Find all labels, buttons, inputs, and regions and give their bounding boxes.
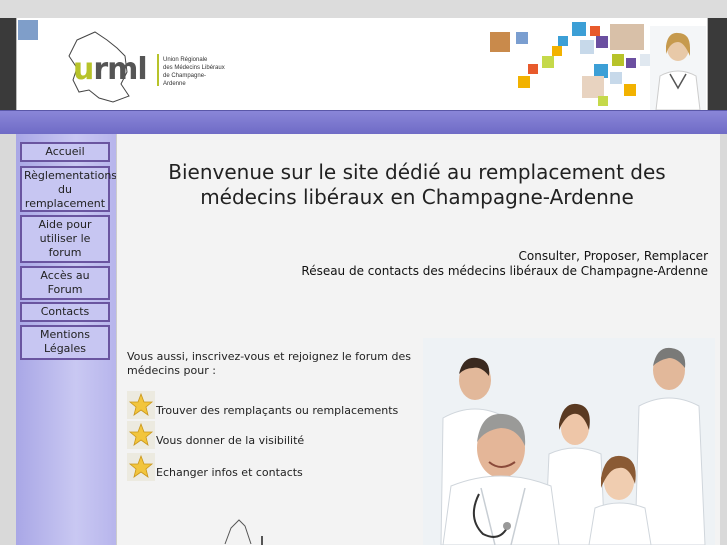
doctors-team-photo — [423, 338, 715, 545]
benefit-item: Echanger infos et contacts — [127, 452, 303, 482]
logo-line-3: de Champagne-Ardenne — [163, 73, 207, 87]
tagline-actions: Consulter, Proposer, Remplacer — [518, 249, 708, 263]
mosaic-tile — [516, 32, 528, 44]
logo-wordmark: urml — [73, 52, 148, 87]
main-content: Bienvenue sur le site dédié au remplacem… — [116, 134, 720, 545]
mosaic-tile — [598, 96, 608, 106]
sidebar-item-reglementations[interactable]: Règlementations du remplacement — [20, 166, 117, 212]
top-nav-bar — [0, 110, 727, 134]
logo-line-2: des Médecins Libéraux — [163, 65, 225, 71]
benefit-item: Trouver des remplaçants ou remplacements — [127, 390, 398, 420]
header-banner: urml Union Régionale des Médecins Libéra… — [16, 18, 708, 110]
left-frame — [0, 18, 16, 110]
region-map-outline — [224, 519, 263, 545]
sidebar-item-aide-forum[interactable]: Aide pour utiliser le forum — [20, 215, 110, 263]
benefit-label: Trouver des remplaçants ou remplacements — [156, 403, 399, 417]
mosaic-tile — [552, 46, 562, 56]
page-title-line-2: médecins libéraux en Champagne-Ardenne — [200, 185, 634, 209]
logo-separator — [157, 54, 159, 86]
mosaic-tile — [596, 36, 608, 48]
mosaic-tile — [590, 26, 600, 36]
mosaic-tile — [626, 58, 636, 68]
right-frame — [708, 18, 727, 110]
corner-accent-square — [18, 20, 38, 40]
sidebar-item-acces-forum[interactable]: Accès au Forum — [20, 266, 110, 300]
mosaic-tile — [490, 32, 510, 52]
sidebar-item-accueil[interactable]: Accueil — [20, 142, 110, 162]
top-strip — [0, 0, 727, 18]
benefit-label: Echanger infos et contacts — [156, 465, 303, 479]
star-icon — [127, 391, 155, 419]
sidebar-item-contacts[interactable]: Contacts — [20, 302, 110, 322]
benefit-item: Vous donner de la visibilité — [127, 420, 304, 450]
invite-text: Vous aussi, inscrivez-vous et rejoignez … — [127, 350, 411, 377]
header-mosaic — [472, 18, 708, 110]
mosaic-tile — [558, 36, 568, 46]
mosaic-tile — [528, 64, 538, 74]
sidebar-item-mentions-legales[interactable]: Mentions Légales — [20, 325, 110, 360]
mosaic-tile — [542, 56, 554, 68]
mosaic-tile — [624, 84, 636, 96]
benefit-label: Vous donner de la visibilité — [156, 433, 305, 447]
urml-logo[interactable]: urml Union Régionale des Médecins Libéra… — [55, 26, 225, 104]
logo-line-1: Union Régionale — [163, 57, 208, 63]
mosaic-tile — [582, 76, 604, 98]
mosaic-tile — [580, 40, 594, 54]
logo-org-name: Union Régionale des Médecins Libéraux de… — [163, 56, 225, 88]
star-icon — [127, 421, 155, 449]
star-icon — [127, 453, 155, 481]
mosaic-tile — [610, 72, 622, 84]
page-title: Bienvenue sur le site dédié au remplacem… — [137, 160, 697, 210]
mosaic-tile — [610, 24, 644, 50]
mosaic-tile — [518, 76, 530, 88]
mosaic-tile — [572, 22, 586, 36]
female-doctor-photo — [650, 26, 706, 110]
page-title-line-1: Bienvenue sur le site dédié au remplacem… — [168, 160, 666, 184]
tagline-network: Réseau de contacts des médecins libéraux… — [301, 264, 708, 278]
sidebar: Accueil Règlementations du remplacement … — [16, 134, 117, 545]
mosaic-tile — [612, 54, 624, 66]
